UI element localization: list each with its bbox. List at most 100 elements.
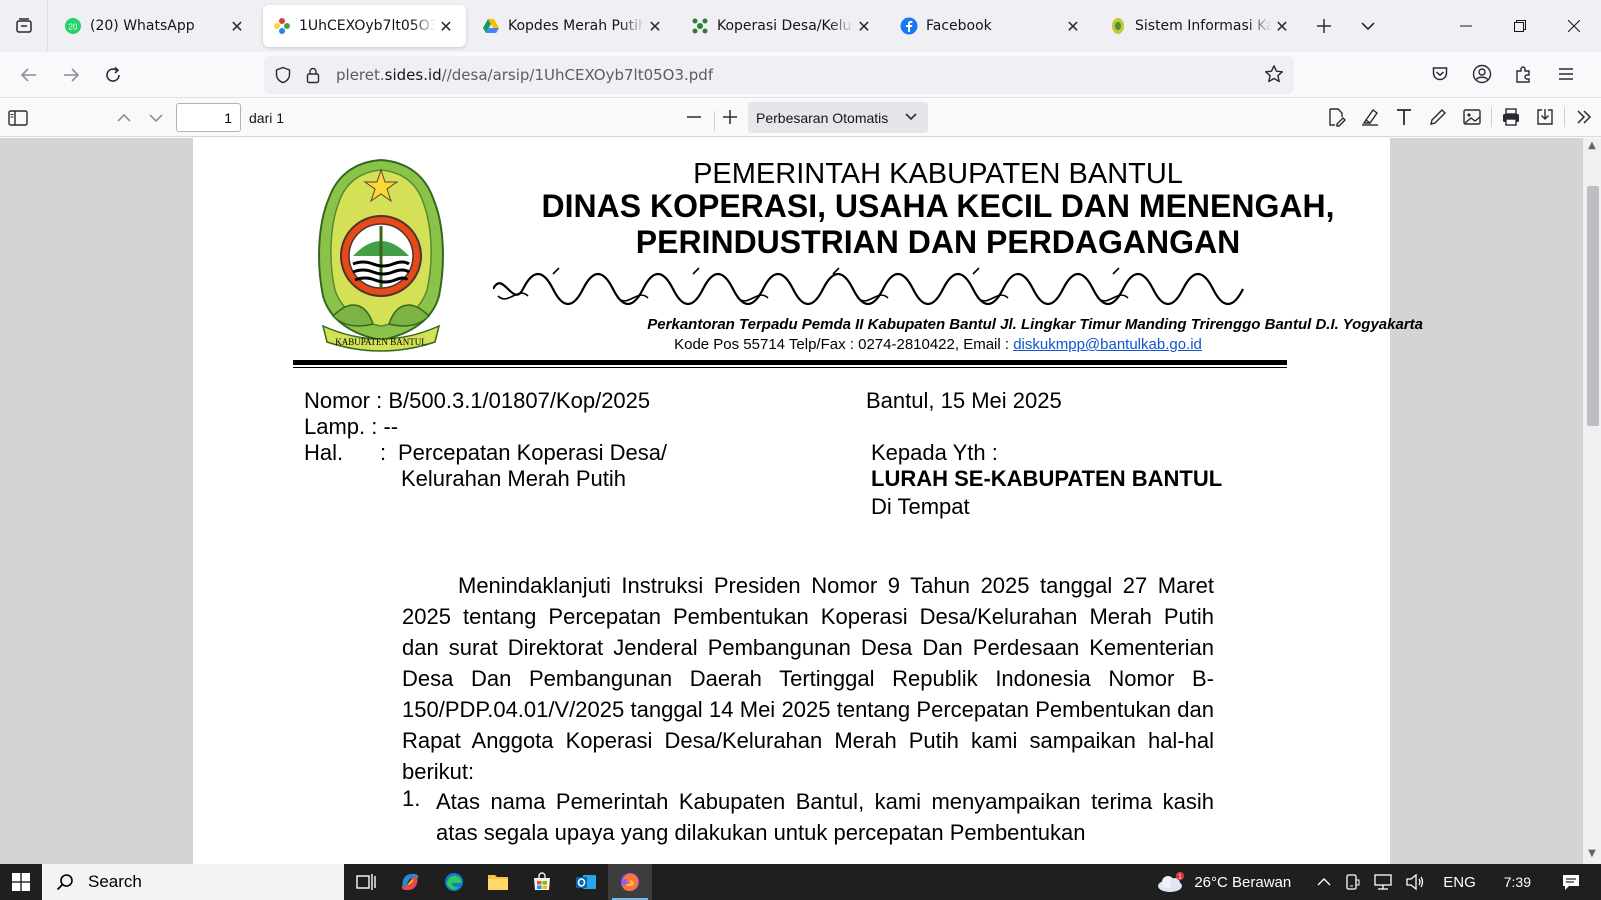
svg-text:KABUPATEN BANTUL: KABUPATEN BANTUL	[335, 337, 426, 347]
restore-icon	[1514, 20, 1526, 32]
weather-widget[interactable]: 1 26°C Berawan	[1150, 871, 1297, 893]
tab-sistem-informasi[interactable]: Sistem Informasi Kalurahan ✕	[1099, 5, 1302, 47]
phone-device-icon	[1346, 874, 1360, 890]
zoom-value: Perbesaran Otomatis	[756, 109, 889, 126]
zoom-out-button[interactable]	[678, 103, 710, 131]
text-icon	[1397, 109, 1411, 125]
file-explorer-app[interactable]	[476, 864, 520, 900]
search-label: Search	[88, 872, 142, 891]
extensions-button[interactable]	[1503, 56, 1545, 92]
close-tab-icon[interactable]: ✕	[436, 16, 456, 36]
copilot-app[interactable]	[388, 864, 432, 900]
toggle-sidebar-button[interactable]	[2, 104, 34, 132]
next-page-button[interactable]	[140, 104, 172, 132]
scroll-down-arrow-icon[interactable]: ▼	[1585, 848, 1599, 862]
close-tab-icon[interactable]: ✕	[227, 16, 247, 36]
outlook-app[interactable]	[564, 864, 608, 900]
volume-button[interactable]	[1399, 873, 1431, 891]
clock[interactable]: 7:39	[1498, 874, 1537, 890]
highlight-button[interactable]	[1353, 103, 1387, 131]
google-drive-icon	[482, 17, 500, 35]
show-hidden-icons-button[interactable]	[1311, 875, 1337, 889]
firefox-view-button[interactable]	[0, 0, 48, 52]
letter-date: Bantul, 15 Mei 2025	[866, 388, 1062, 413]
zoom-select[interactable]: Perbesaran Otomatis	[748, 102, 928, 133]
save-button[interactable]	[1528, 103, 1562, 131]
letter-attachment: Lamp. : --	[304, 414, 399, 439]
pdf-viewer[interactable]: KABUPATEN BANTUL PEMERINTAH KABUPATEN BA…	[0, 138, 1601, 864]
sidebar-icon	[8, 109, 28, 126]
search-icon	[56, 874, 73, 891]
printer-icon	[1503, 108, 1519, 126]
chevron-down-icon	[905, 113, 917, 121]
back-button[interactable]	[8, 57, 50, 93]
start-button[interactable]	[0, 864, 42, 900]
pencil-icon	[1430, 109, 1446, 125]
office-contact: Kode Pos 55714 Telp/Fax : 0274-2810422, …	[674, 336, 1202, 353]
facebook-icon	[900, 17, 918, 35]
tab-whatsapp[interactable]: 20 (20) WhatsApp ✕	[54, 5, 257, 47]
svg-text:1: 1	[1178, 874, 1182, 881]
new-tab-button[interactable]	[1302, 5, 1346, 47]
microsoft-store-app[interactable]	[520, 864, 564, 900]
sides-logo-icon	[273, 17, 291, 35]
network-button[interactable]	[1367, 873, 1399, 891]
windows-logo-icon	[12, 873, 30, 891]
add-image-button[interactable]	[1455, 103, 1489, 131]
lock-icon[interactable]	[304, 66, 322, 84]
firefox-app[interactable]	[608, 864, 652, 900]
url-text[interactable]: pleret.sides.id//desa/arsip/1UhCEXOyb7lt…	[336, 66, 713, 84]
minimize-button[interactable]	[1439, 0, 1493, 52]
vertical-scrollbar[interactable]: ▲ ▼	[1583, 138, 1601, 864]
download-icon	[1537, 109, 1553, 125]
taskbar-search-box[interactable]: Search	[42, 864, 344, 900]
notification-center-button[interactable]	[1555, 872, 1587, 892]
notification-icon	[1563, 875, 1579, 890]
letterhead-rule-thin	[293, 367, 1287, 368]
zoom-in-button[interactable]	[714, 103, 746, 131]
previous-page-button[interactable]	[108, 104, 140, 132]
address-bar[interactable]: pleret.sides.id//desa/arsip/1UhCEXOyb7lt…	[264, 56, 1294, 94]
meet-now-button[interactable]	[1337, 873, 1367, 891]
network-icon	[1374, 874, 1392, 890]
toolbar-separator	[1564, 107, 1565, 127]
app-menu-button[interactable]	[1545, 56, 1587, 92]
navigation-toolbar: pleret.sides.id//desa/arsip/1UhCEXOyb7lt…	[0, 52, 1601, 98]
forward-button[interactable]	[50, 57, 92, 93]
tab-facebook[interactable]: Facebook ✕	[890, 5, 1093, 47]
draw-button[interactable]	[1421, 103, 1455, 131]
add-text-button[interactable]	[1387, 103, 1421, 131]
puzzle-piece-icon	[1516, 66, 1530, 83]
edit-pdf-button[interactable]	[1319, 103, 1353, 131]
bookmark-star-icon[interactable]	[1264, 64, 1284, 84]
hamburger-menu-icon	[1559, 68, 1573, 80]
close-tab-icon[interactable]: ✕	[645, 16, 665, 36]
tools-button[interactable]	[1567, 103, 1601, 131]
tab-pdf[interactable]: 1UhCEXOyb7lt05O3.pdf ✕	[263, 5, 466, 47]
close-tab-icon[interactable]: ✕	[1063, 16, 1083, 36]
task-view-button[interactable]	[344, 864, 388, 900]
tab-koperasi[interactable]: Koperasi Desa/Kelurahan ✕	[681, 5, 884, 47]
svg-text:20: 20	[69, 23, 78, 32]
pocket-button[interactable]	[1419, 56, 1461, 92]
input-language-indicator[interactable]: ENG	[1437, 874, 1482, 891]
chevron-down-icon	[1361, 22, 1375, 31]
tracking-protection-shield-icon[interactable]	[274, 66, 292, 84]
print-button[interactable]	[1494, 103, 1528, 131]
edge-app[interactable]	[432, 864, 476, 900]
tab-google-drive[interactable]: Kopdes Merah Putih 2025 ✕	[472, 5, 675, 47]
close-tab-icon[interactable]: ✕	[854, 16, 874, 36]
task-view-icon	[356, 874, 376, 890]
account-button[interactable]	[1461, 56, 1503, 92]
edit-document-icon	[1329, 108, 1346, 127]
close-tab-icon[interactable]: ✕	[1272, 16, 1292, 36]
reload-button[interactable]	[92, 57, 134, 93]
whatsapp-icon: 20	[64, 17, 82, 35]
scroll-up-arrow-icon[interactable]: ▲	[1585, 140, 1599, 154]
restore-button[interactable]	[1493, 0, 1547, 52]
page-number-input[interactable]	[176, 103, 241, 132]
close-window-button[interactable]	[1547, 0, 1601, 52]
email-link[interactable]: diskukmpp@bantulkab.go.id	[1013, 336, 1202, 353]
list-all-tabs-button[interactable]	[1346, 5, 1390, 47]
scrollbar-thumb[interactable]	[1587, 186, 1599, 426]
